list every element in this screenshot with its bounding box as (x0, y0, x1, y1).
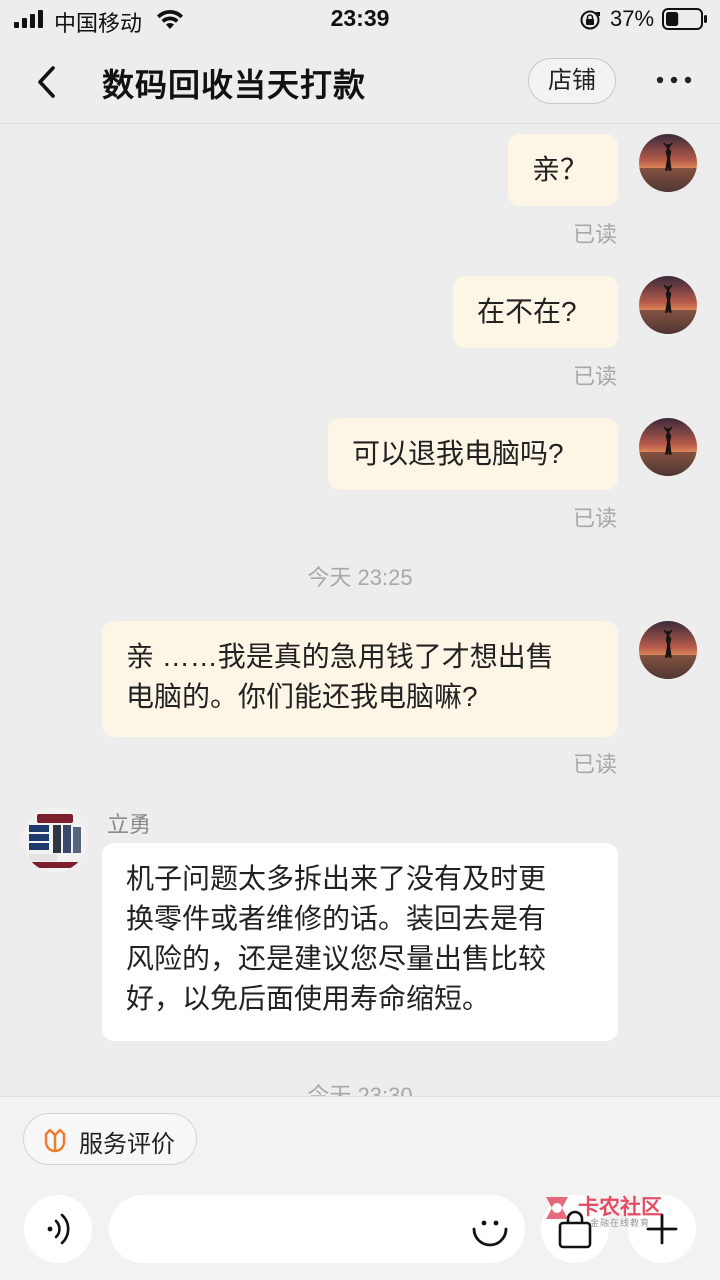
time-separator: 今天 23:30 (307, 1083, 413, 1096)
avatar-image (639, 276, 697, 334)
my-avatar[interactable] (639, 621, 697, 679)
watermark-subtext: 金融在线教育 (590, 1218, 651, 1228)
message-text: 在不在? (477, 296, 577, 327)
message-bubble-sent[interactable]: 在不在? (453, 276, 618, 348)
my-avatar[interactable] (639, 418, 697, 476)
message-text-line: 风险的，还是建议您尽量出售比较 (126, 943, 547, 974)
chevron-left-icon[interactable] (30, 62, 66, 102)
watermark-logo-icon (546, 1197, 568, 1219)
flower-icon (44, 1128, 66, 1153)
message-text-line: 好，以免后面使用寿命缩短。 (126, 983, 491, 1014)
rotation-lock-icon (580, 10, 600, 30)
my-avatar[interactable] (639, 276, 697, 334)
avatar-image (23, 808, 87, 872)
battery-icon (662, 8, 707, 30)
page-title: 数码回收当天打款 (102, 67, 367, 103)
read-status: 已读 (572, 222, 617, 247)
battery-percent: 37% (610, 6, 655, 31)
seller-avatar[interactable] (23, 808, 87, 872)
message-text-line: 机子问题太多拆出来了没有及时更 (126, 863, 547, 894)
sender-name: 立勇 (107, 812, 152, 837)
message-bubble-received[interactable]: 机子问题太多拆出来了没有及时更 换零件或者维修的话。装回去是有 风险的，还是建议… (102, 843, 618, 1041)
service-rating-label: 服务评价 (79, 1131, 175, 1158)
message-text-line: 换零件或者维修的话。装回去是有 (126, 903, 547, 934)
message-text-line: 亲 ……我是真的急用钱了才想出售 (126, 641, 554, 672)
nav-bar: 数码回收当天打款 店铺 (0, 40, 720, 124)
battery-level-fill (666, 12, 679, 26)
message-bubble-sent[interactable]: 亲 ……我是真的急用钱了才想出售 电脑的。你们能还我电脑嘛? (102, 621, 618, 737)
message-text: 可以退我电脑吗? (352, 438, 564, 469)
read-status: 已读 (572, 364, 617, 389)
read-status: 已读 (572, 506, 617, 531)
message-input[interactable] (109, 1195, 525, 1263)
avatar-image (639, 418, 697, 476)
watermark: 卡农社区 金融在线教育 (540, 1191, 670, 1231)
message-text: 亲？ (532, 154, 589, 185)
message-text-line: 电脑的。你们能还我电脑嘛? (126, 681, 478, 712)
read-status: 已读 (572, 752, 617, 777)
shop-button[interactable]: 店铺 (528, 58, 616, 104)
status-bar: 中国移动 23:39 37% (0, 0, 720, 40)
message-bubble-sent[interactable]: 可以退我电脑吗? (328, 418, 618, 490)
more-dots-icon[interactable] (654, 74, 694, 86)
my-avatar[interactable] (639, 134, 697, 192)
time-separator: 今天 23:25 (307, 565, 413, 590)
avatar-image (639, 621, 697, 679)
chat-message-list[interactable]: 亲？ 已读 在不在? 已读 可以退我电脑吗? 已读 今天 23:25 亲 ……我… (0, 124, 720, 1096)
bottom-toolbar: 服务评价 卡农社区 金融在线教育 (0, 1096, 720, 1280)
avatar-image (639, 134, 697, 192)
message-bubble-sent[interactable]: 亲？ (508, 134, 618, 206)
service-rating-button[interactable]: 服务评价 (23, 1113, 197, 1165)
emoji-icon[interactable] (470, 1209, 510, 1249)
voice-button[interactable] (24, 1195, 92, 1263)
voice-icon (47, 1213, 70, 1245)
